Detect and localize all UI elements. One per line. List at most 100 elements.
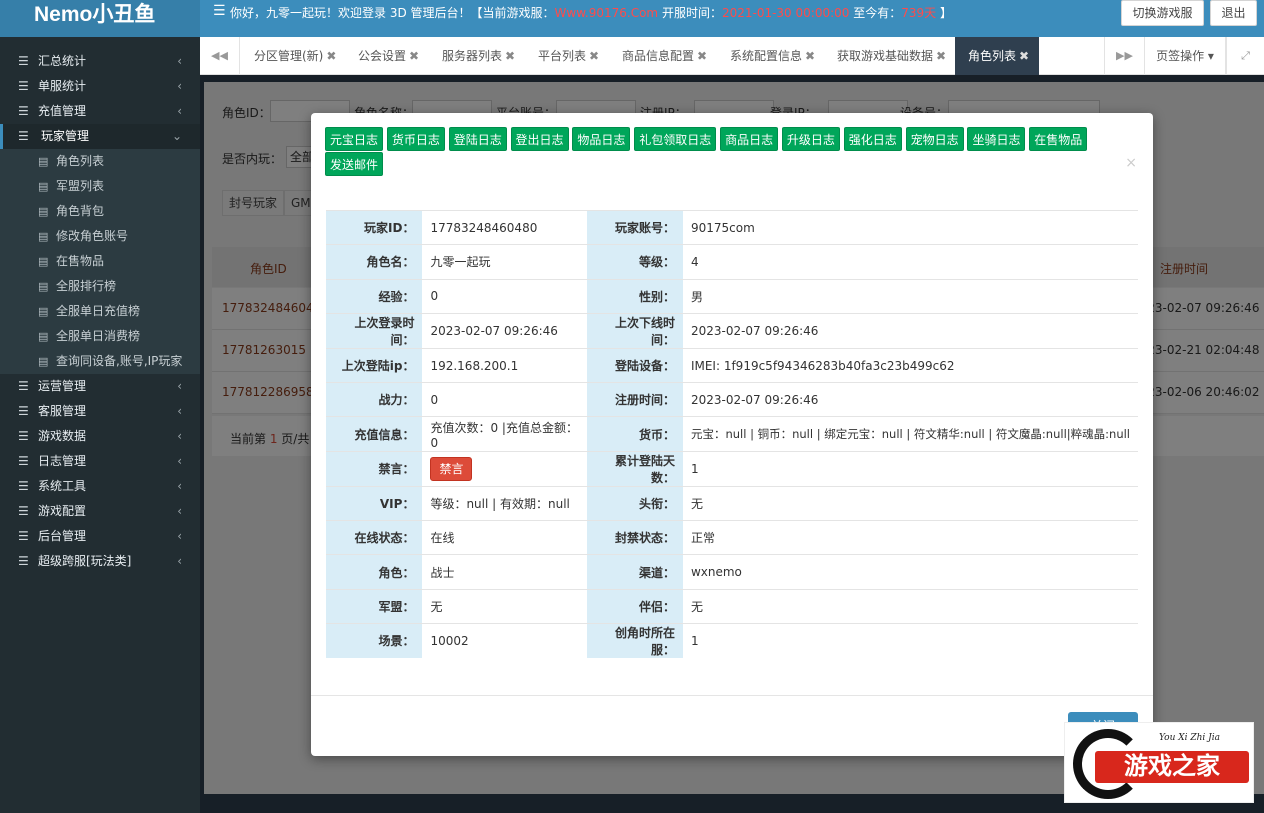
sidebar-item-support[interactable]: ☰ 客服管理 ‹: [0, 399, 200, 424]
tab-platform-list[interactable]: 平台列表 ✖: [538, 37, 599, 75]
label-account: 玩家账号：: [587, 209, 683, 245]
fullscreen-icon[interactable]: ⤢: [1226, 37, 1264, 75]
value-recharge: 充值次数：0 |充值总金额：0: [422, 416, 588, 452]
label-reg-time: 注册时间：: [587, 382, 683, 417]
label-role-name: 角色名：: [326, 244, 423, 280]
log-button-currency[interactable]: 货币日志: [386, 127, 445, 151]
close-icon[interactable]: ✖: [1019, 49, 1029, 63]
sidebar-subitem-daily-spend[interactable]: ▤ 全服单日消费榜: [0, 324, 200, 349]
watermark-english: You Xi Zhi Jia: [1159, 733, 1221, 743]
mute-button[interactable]: 禁言: [430, 456, 473, 481]
sidebar: ☰ 汇总统计 ‹ ☰ 单服统计 ‹ ☰ 充值管理 ‹ ☰ 玩家管理 ⌄ ▤ 角色列表 ▤ 军盟列表 …: [0, 37, 200, 813]
value-origin-server: 1: [682, 622, 1138, 658]
value-channel: wxnemo: [682, 554, 1138, 590]
close-icon[interactable]: ✖: [936, 49, 946, 63]
tab-goods-config[interactable]: 商品信息配置 ✖: [622, 37, 707, 75]
sidebar-subitem-on-sale[interactable]: ▤ 在售物品: [0, 249, 200, 274]
tab-scroll-right-icon[interactable]: ▶▶: [1104, 37, 1145, 75]
sidebar-item-recharge[interactable]: ☰ 充值管理 ‹: [0, 99, 200, 124]
label-device: 登陆设备：: [587, 347, 683, 383]
tab-scroll-left-icon[interactable]: ◀◀: [200, 37, 240, 75]
log-button-on-sale[interactable]: 在售物品: [1029, 127, 1088, 151]
list-icon: ☰: [18, 504, 29, 518]
log-button-yuanbao[interactable]: 元宝日志: [325, 127, 384, 151]
log-button-pet[interactable]: 宠物日志: [905, 127, 964, 151]
tab-fetch-game-data[interactable]: 获取游戏基础数据 ✖: [837, 37, 946, 75]
value-reg-time: 2023-02-07 09:26:46: [682, 382, 1138, 417]
send-mail-button[interactable]: 发送邮件: [325, 152, 384, 176]
value-exp: 0: [422, 278, 588, 314]
sidebar-item-players[interactable]: ☰ 玩家管理 ⌄: [0, 124, 200, 149]
sidebar-subitem-edit-account[interactable]: ▤ 修改角色账号: [0, 224, 200, 249]
log-button-levelup[interactable]: 升级日志: [781, 127, 840, 151]
log-button-login[interactable]: 登陆日志: [448, 127, 507, 151]
close-icon[interactable]: ✖: [326, 49, 336, 63]
label-role-class: 角色：: [326, 554, 423, 590]
log-button-items[interactable]: 物品日志: [572, 127, 631, 151]
chevron-left-icon: ‹: [177, 554, 182, 568]
sidebar-subitem-daily-recharge[interactable]: ▤ 全服单日充值榜: [0, 299, 200, 324]
close-icon[interactable]: ✖: [505, 49, 515, 63]
label-channel: 渠道：: [587, 554, 683, 590]
tab-bar: ◀◀ 分区管理(新) ✖ 公会设置 ✖ 服务器列表 ✖ 平台列表 ✖ 商品信息配置 ✖ 系…: [200, 37, 1264, 75]
chevron-left-icon: ‹: [177, 54, 182, 68]
sidebar-item-cross-server[interactable]: ☰ 超级跨服[玩法类] ‹: [0, 549, 200, 574]
info-row: 角色： 战士 渠道： wxnemo: [326, 554, 1138, 590]
player-info-table: 玩家ID： 17783248460480 玩家账号： 90175com 角色名： 九零一…: [326, 209, 1138, 658]
switch-server-button[interactable]: 切换游戏服: [1121, 0, 1204, 26]
hamburger-icon[interactable]: ☰: [213, 3, 226, 19]
sidebar-item-label: 客服管理: [38, 404, 87, 418]
label-last-ip: 上次登陆ip：: [326, 347, 423, 383]
chevron-left-icon: ‹: [177, 429, 182, 443]
logout-button[interactable]: 退出: [1210, 0, 1257, 26]
close-icon[interactable]: ✖: [409, 49, 419, 63]
sidebar-subitem-label: 全服排行榜: [56, 279, 117, 293]
close-icon[interactable]: ×: [1125, 155, 1137, 171]
label-currency: 货币：: [587, 416, 683, 452]
tab-operations-dropdown[interactable]: 页签操作 ▾: [1144, 37, 1226, 75]
book-icon: ▤: [38, 330, 49, 343]
label-scene: 场景：: [326, 622, 423, 658]
sidebar-item-game-config[interactable]: ☰ 游戏配置 ‹: [0, 499, 200, 524]
tab-role-list[interactable]: 角色列表 ✖: [955, 37, 1039, 75]
log-button-logout[interactable]: 登出日志: [510, 127, 569, 151]
sidebar-subitem-same-device[interactable]: ▤ 查询同设备,账号,IP玩家: [0, 349, 200, 374]
log-button-mount[interactable]: 坐骑日志: [967, 127, 1026, 151]
tab-guild-settings[interactable]: 公会设置 ✖: [358, 37, 419, 75]
close-icon[interactable]: ✖: [589, 49, 599, 63]
log-button-gift[interactable]: 礼包领取日志: [634, 127, 717, 151]
list-icon: ☰: [18, 104, 29, 118]
sidebar-item-tools[interactable]: ☰ 系统工具 ‹: [0, 474, 200, 499]
tab-zone-management[interactable]: 分区管理(新) ✖: [254, 37, 336, 75]
list-icon: ☰: [18, 404, 29, 418]
tab-system-config[interactable]: 系统配置信息 ✖: [730, 37, 815, 75]
tab-label: 系统配置信息: [730, 49, 803, 63]
sidebar-item-server-stats[interactable]: ☰ 单服统计 ‹: [0, 74, 200, 99]
welcome-banner: 你好，九零一起玩！欢迎登录 3D 管理后台！【当前游戏服：Www.90176.C…: [230, 4, 952, 21]
log-button-goods[interactable]: 商品日志: [720, 127, 779, 151]
sidebar-item-admin[interactable]: ☰ 后台管理 ‹: [0, 524, 200, 549]
book-icon: ▤: [38, 155, 49, 168]
chevron-left-icon: ‹: [177, 529, 182, 543]
close-icon[interactable]: ✖: [805, 49, 815, 63]
sidebar-subitem-role-list[interactable]: ▤ 角色列表: [0, 149, 200, 174]
close-icon[interactable]: ✖: [697, 49, 707, 63]
sidebar-item-summary[interactable]: ☰ 汇总统计 ‹: [0, 49, 200, 74]
sidebar-subitem-ranking[interactable]: ▤ 全服排行榜: [0, 274, 200, 299]
value-scene: 10002: [422, 622, 588, 658]
sidebar-subitem-guild-list[interactable]: ▤ 军盟列表: [0, 174, 200, 199]
sidebar-subitem-label: 查询同设备,账号,IP玩家: [56, 354, 183, 368]
tab-server-list[interactable]: 服务器列表 ✖: [442, 37, 515, 75]
sidebar-item-game-data[interactable]: ☰ 游戏数据 ‹: [0, 424, 200, 449]
info-row: 在线状态： 在线 封禁状态： 正常: [326, 520, 1138, 555]
sidebar-subitem-role-bag[interactable]: ▤ 角色背包: [0, 199, 200, 224]
log-button-enhance[interactable]: 强化日志: [843, 127, 902, 151]
sidebar-item-logs[interactable]: ☰ 日志管理 ‹: [0, 449, 200, 474]
value-device: IMEI: 1f919c5f94346283b40fa3c23b499c62: [682, 347, 1138, 383]
tab-label: 服务器列表: [442, 49, 503, 63]
value-ban-status: 正常: [682, 520, 1138, 555]
chevron-left-icon: ‹: [177, 379, 182, 393]
sidebar-item-operations[interactable]: ☰ 运营管理 ‹: [0, 374, 200, 399]
book-icon: ▤: [38, 280, 49, 293]
info-row: 充值信息： 充值次数：0 |充值总金额：0 货币： 元宝：null | 铜币：null…: [326, 416, 1138, 452]
